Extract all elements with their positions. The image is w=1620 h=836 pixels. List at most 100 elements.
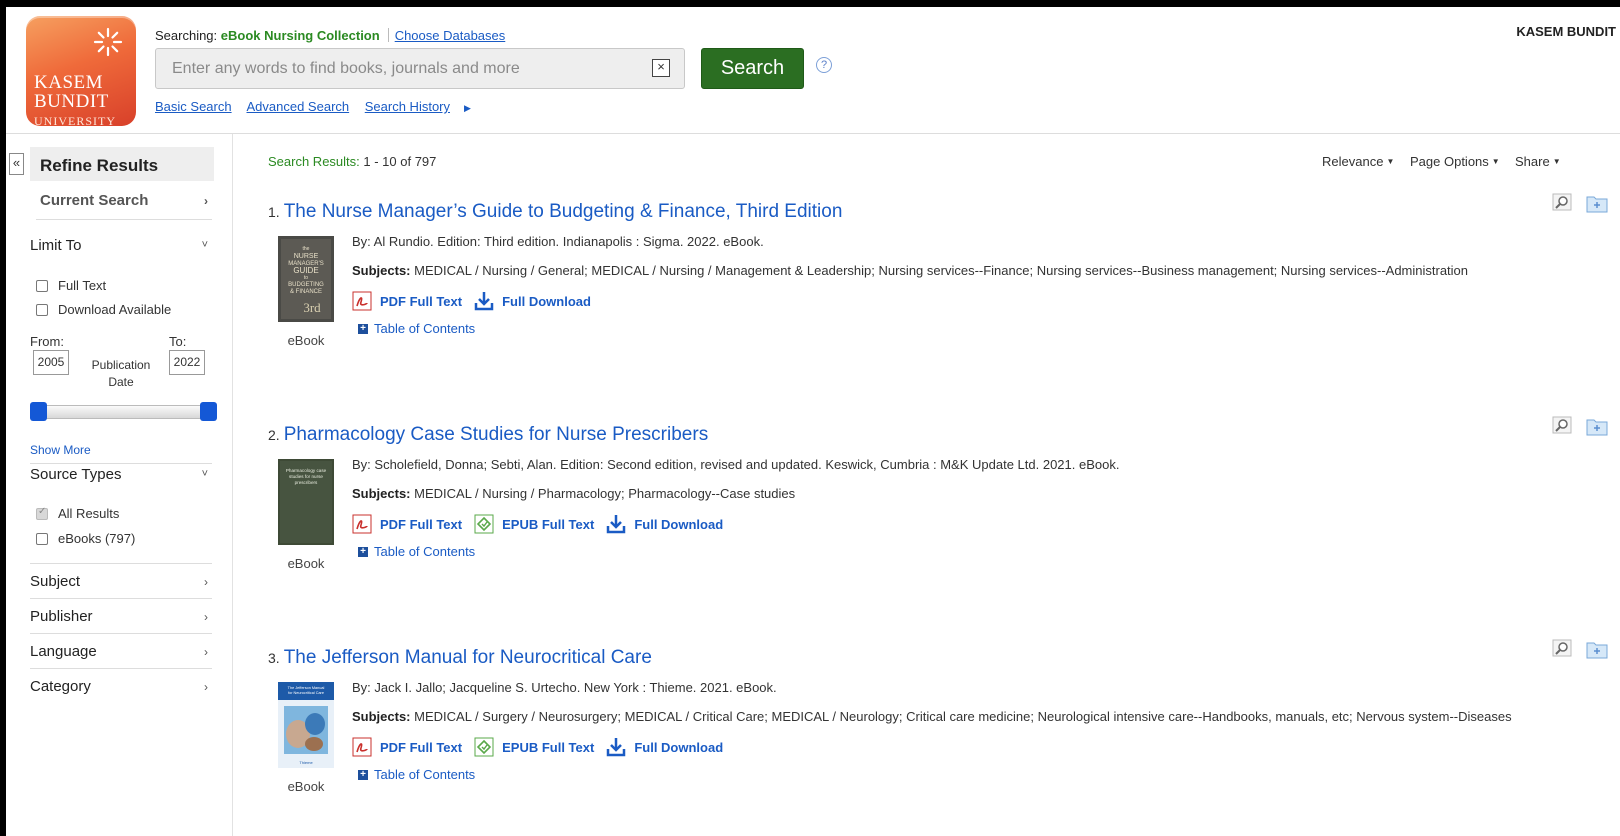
sidebar-divider (232, 134, 233, 836)
search-box: × (155, 48, 685, 89)
page-options-dropdown[interactable]: Page Options ▼ (1410, 154, 1500, 169)
result-byline: By: Scholefield, Donna; Sebti, Alan. Edi… (352, 457, 1120, 472)
add-to-folder-icon[interactable] (1586, 639, 1608, 659)
book-cover-image[interactable]: the NURSE MANAGER'S GUIDE to BUDGETING &… (278, 236, 334, 322)
result-title-link[interactable]: The Nurse Manager’s Guide to Budgeting &… (284, 201, 843, 222)
preview-magnifier-icon[interactable] (1552, 416, 1574, 436)
result-title-link[interactable]: The Jefferson Manual for Neurocritical C… (284, 647, 652, 668)
help-icon[interactable]: ? (816, 57, 832, 73)
publication-date-line2: Date (108, 375, 134, 389)
add-to-folder-icon[interactable] (1586, 416, 1608, 436)
download-icon (607, 738, 626, 757)
divider (30, 563, 212, 564)
result-title-link[interactable]: Pharmacology Case Studies for Nurse Pres… (284, 424, 709, 445)
full-download-link[interactable]: Full Download (606, 737, 723, 757)
cover-text: Thieme (299, 760, 313, 765)
divider (30, 668, 212, 669)
pdf-full-text-link[interactable]: PDF Full Text (352, 291, 462, 311)
to-year-input[interactable]: 2022 (169, 350, 205, 375)
show-more-link[interactable]: Show More (30, 443, 91, 457)
facet-publisher[interactable]: Publisher › (30, 608, 212, 625)
divider (30, 598, 212, 599)
limit-to-toggle[interactable]: Limit To ˅ (30, 237, 212, 254)
table-of-contents-label: Table of Contents (374, 544, 476, 559)
download-available-checkbox[interactable] (36, 303, 48, 316)
limit-full-text[interactable]: Full Text (36, 278, 106, 293)
result-subjects: Subjects: MEDICAL / Nursing / Pharmacolo… (352, 486, 795, 501)
relevance-dropdown[interactable]: Relevance ▼ (1322, 154, 1394, 169)
book-cover-image[interactable]: The Jefferson Manual for Neurocritical C… (278, 682, 334, 768)
choose-databases-link[interactable]: Choose Databases (395, 28, 506, 43)
preview-magnifier-icon[interactable] (1552, 193, 1574, 213)
facet-subject[interactable]: Subject › (30, 573, 212, 590)
book-cover-image[interactable]: Pharmacology case studies for nurse pres… (278, 459, 334, 545)
pdf-full-text-link[interactable]: PDF Full Text (352, 514, 462, 534)
epub-full-text-link[interactable]: EPUB Full Text (474, 737, 594, 757)
university-logo[interactable]: KASEM BUNDIT UNIVERSITY (26, 16, 136, 128)
facet-category-label: Category (30, 678, 91, 695)
epub-full-text-link[interactable]: EPUB Full Text (474, 514, 594, 534)
pdf-full-text-link[interactable]: PDF Full Text (352, 737, 462, 757)
logo-text-2: BUNDIT (34, 91, 109, 112)
table-of-contents-toggle[interactable]: + Table of Contents (358, 321, 475, 336)
cover-text: NURSE (294, 253, 319, 260)
results-label: Search Results: (268, 154, 360, 169)
page-options-label: Page Options (1410, 154, 1489, 169)
chevron-down-icon: ˅ (201, 468, 208, 480)
full-download-label: Full Download (634, 516, 724, 532)
institution-name[interactable]: KASEM BUNDIT (1516, 24, 1616, 39)
cover-text: to (304, 275, 308, 281)
search-button[interactable]: Search (701, 48, 804, 89)
pdf-icon (352, 291, 372, 311)
facet-language[interactable]: Language › (30, 643, 212, 660)
basic-search-link[interactable]: Basic Search (155, 99, 232, 114)
source-ebooks[interactable]: eBooks (797) (36, 531, 135, 546)
from-year-input[interactable]: 2005 (33, 350, 69, 375)
slider-handle-min[interactable] (30, 402, 47, 421)
search-history-link[interactable]: Search History (365, 99, 450, 114)
table-of-contents-toggle[interactable]: + Table of Contents (358, 544, 475, 559)
full-download-label: Full Download (502, 293, 591, 309)
logo-text-1: KASEM (34, 72, 104, 93)
share-label: Share (1515, 154, 1550, 169)
triangle-right-icon: ▶ (464, 103, 471, 113)
slider-handle-max[interactable] (200, 402, 217, 421)
pdf-full-text-label: PDF Full Text (380, 739, 463, 755)
full-download-link[interactable]: Full Download (606, 514, 723, 534)
result-type: eBook (287, 556, 325, 571)
result-tools (1540, 416, 1608, 436)
ebooks-checkbox[interactable] (36, 532, 48, 545)
advanced-search-link[interactable]: Advanced Search (247, 99, 350, 114)
table-of-contents-toggle[interactable]: + Table of Contents (358, 767, 475, 782)
clear-search-icon[interactable]: × (652, 59, 670, 77)
all-results-label: All Results (58, 506, 120, 521)
add-to-folder-icon[interactable] (1586, 193, 1608, 213)
full-text-checkbox[interactable] (36, 279, 48, 292)
limit-download-available[interactable]: Download Available (36, 302, 171, 317)
source-all-results[interactable]: All Results (36, 506, 119, 521)
result-tools (1540, 193, 1608, 213)
full-download-link[interactable]: Full Download (474, 291, 591, 311)
facet-category[interactable]: Category › (30, 678, 212, 695)
searching-label: Searching: eBook Nursing Collection Choos… (155, 28, 505, 43)
caret-down-icon: ▼ (1386, 157, 1395, 166)
search-history-wrap[interactable]: Search History ▶ (365, 99, 483, 114)
subjects-label: Subjects: (352, 709, 411, 724)
date-range-slider[interactable] (36, 405, 216, 419)
result-actions: PDF Full Text EPUB Full Text Full Downlo… (352, 514, 735, 534)
current-search-toggle[interactable]: Current Search › (36, 192, 212, 220)
result-title: 1. The Nurse Manager’s Guide to Budgeting… (268, 201, 842, 223)
to-label: To: (169, 334, 187, 349)
preview-magnifier-icon[interactable] (1552, 639, 1574, 659)
share-dropdown[interactable]: Share ▼ (1515, 154, 1561, 169)
subjects-text: MEDICAL / Nursing / General; MEDICAL / N… (414, 263, 1469, 278)
all-results-checkbox[interactable] (36, 506, 48, 520)
chevron-right-icon: › (204, 610, 208, 624)
collapse-sidebar-button[interactable]: « (9, 153, 24, 175)
download-icon (607, 515, 626, 534)
cover-text: the (303, 246, 310, 252)
source-types-toggle[interactable]: Source Types ˅ (30, 466, 212, 483)
search-input[interactable] (156, 49, 646, 88)
cover-text: prescribers (295, 480, 318, 485)
facet-language-label: Language (30, 643, 97, 660)
